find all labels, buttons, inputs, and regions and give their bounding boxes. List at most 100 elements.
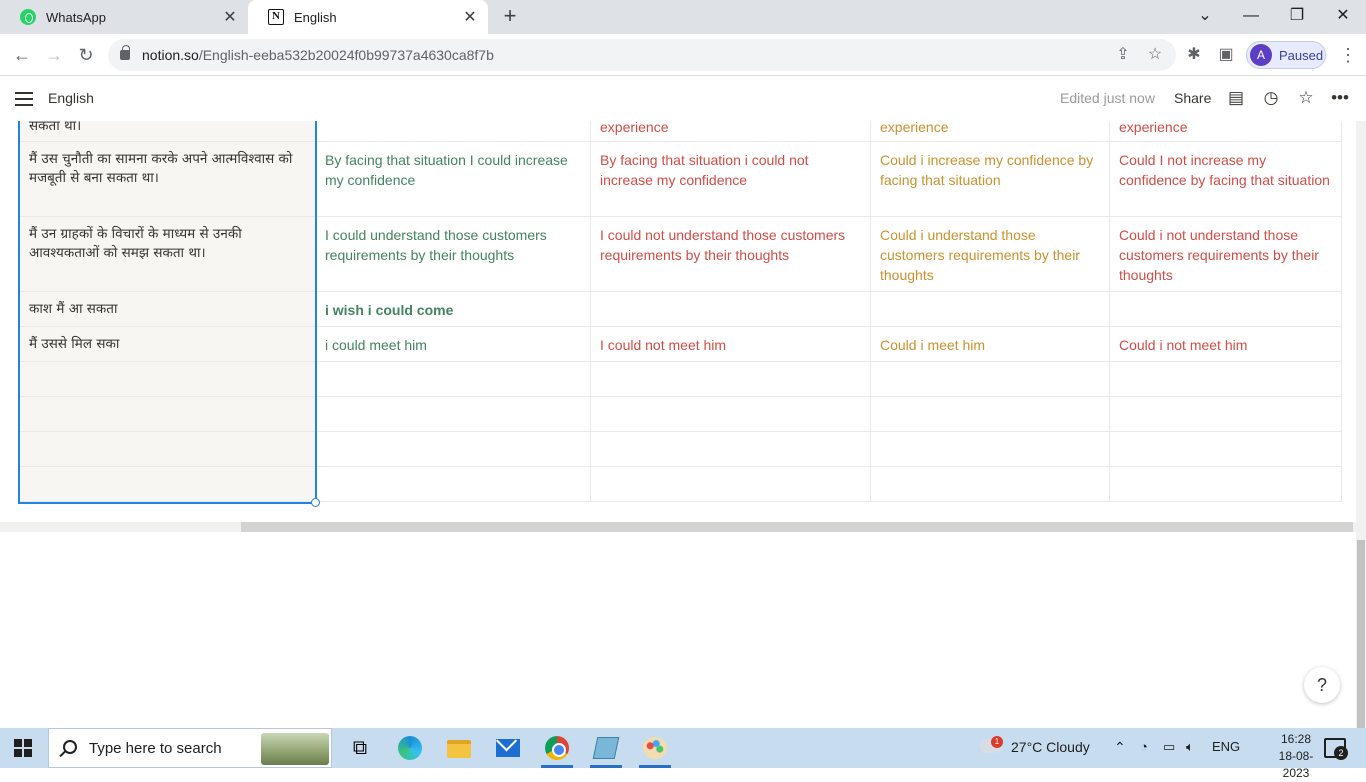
table-row [20,467,1342,502]
table-row: मैं उन ग्राहकों के विचारों के माध्यम से … [20,217,1342,292]
tab-english[interactable]: N English ✕ [248,0,488,34]
file-explorer-icon[interactable] [439,732,479,764]
question-cell[interactable] [871,362,1110,396]
battery-icon[interactable]: ▭ [1163,739,1175,755]
question-cell[interactable] [871,397,1110,431]
hindi-cell[interactable]: मैं उन ग्राहकों के विचारों के माध्यम से … [20,217,316,291]
hindi-cell[interactable] [20,467,316,501]
reload-icon[interactable]: ↻ [74,43,98,67]
forward-arrow-icon[interactable]: → [42,43,66,67]
question-cell[interactable]: Could i understand those customers requi… [871,217,1110,291]
minimize-button[interactable]: — [1228,0,1274,34]
bookmark-star-icon[interactable]: ☆ [1146,46,1164,64]
comments-icon[interactable]: ▤ [1226,88,1246,108]
share-page-icon[interactable]: ⇪ [1114,46,1132,64]
address-bar[interactable]: notion.so/English-eeba532b20024f0b99737a… [108,39,1176,71]
history-clock-icon[interactable]: ◷ [1261,88,1281,108]
affirmative-cell[interactable]: i could meet him [316,327,591,361]
tab-whatsapp[interactable]: WhatsApp ✕ [0,0,248,34]
negative-question-cell[interactable]: Could i not meet him [1110,327,1342,361]
more-options-icon[interactable]: ••• [1330,88,1350,108]
affirmative-cell[interactable] [316,432,591,466]
browser-menu-icon[interactable]: ⋮ [1338,44,1358,66]
chevron-up-icon[interactable]: ⌃ [1114,739,1126,756]
windows-start-icon[interactable] [14,739,32,757]
share-button[interactable]: Share [1174,90,1211,106]
negative-cell[interactable]: I could not understand those customers r… [591,217,871,291]
horizontal-scroll-thumb[interactable] [241,522,1353,532]
affirmative-cell[interactable] [316,397,591,431]
negative-question-cell[interactable] [1110,397,1342,431]
wifi-icon[interactable]: ◔ [1140,739,1148,754]
affirmative-cell[interactable]: i wish i could come [316,292,591,326]
table-row [20,432,1342,467]
negative-question-cell[interactable]: experience [1110,121,1342,141]
language-indicator[interactable]: ENG [1212,739,1240,754]
affirmative-cell[interactable] [316,121,591,141]
close-tab-icon[interactable]: ✕ [222,7,238,27]
clock[interactable]: 16:28 18-08-2023 [1268,731,1324,782]
hindi-cell[interactable] [20,362,316,396]
negative-question-cell[interactable]: Could I not increase my confidence by fa… [1110,142,1342,216]
negative-cell[interactable]: By facing that situation i could not inc… [591,142,871,216]
negative-cell[interactable]: I could not meet him [591,327,871,361]
selection-resize-handle[interactable] [311,498,320,507]
back-arrow-icon[interactable]: ← [10,43,34,67]
hindi-cell[interactable]: काश मैं आ सकता [20,292,316,326]
hindi-cell[interactable] [20,432,316,466]
question-cell[interactable] [871,467,1110,501]
task-view-icon[interactable]: ⧉ [340,732,380,764]
negative-question-cell[interactable] [1110,467,1342,501]
negative-cell[interactable] [591,292,871,326]
question-cell[interactable]: Could i increase my confidence by facing… [871,142,1110,216]
notepad-icon[interactable] [586,732,626,768]
mail-icon[interactable] [488,732,528,764]
volume-icon[interactable]: 🔈︎ [1186,739,1194,755]
question-cell[interactable]: experience [871,121,1110,141]
hindi-cell[interactable] [20,397,316,431]
weather-alert-badge: 1 [991,736,1003,748]
extensions-puzzle-icon[interactable]: ✱ [1184,45,1204,65]
help-button[interactable]: ? [1304,667,1340,703]
close-window-button[interactable]: ✕ [1320,0,1366,34]
close-tab-icon[interactable]: ✕ [462,7,478,27]
table-row [20,397,1342,432]
negative-cell[interactable] [591,432,871,466]
new-tab-button[interactable]: + [498,5,522,29]
question-cell[interactable]: Could i meet him [871,327,1110,361]
hindi-cell[interactable]: सकता था। [20,121,316,141]
weather-text[interactable]: 27°C Cloudy [1011,739,1090,755]
vertical-scroll-thumb[interactable] [1357,540,1365,728]
paint-icon[interactable] [635,732,675,768]
negative-question-cell[interactable]: Could i not understand those customers r… [1110,217,1342,291]
affirmative-cell[interactable] [316,467,591,501]
sidebar-menu-icon[interactable] [15,92,33,106]
hindi-cell[interactable]: मैं उस चुनौती का सामना करके अपने आत्मविश… [20,142,316,216]
search-placeholder: Type here to search [89,740,222,757]
affirmative-cell[interactable]: I could understand those customers requi… [316,217,591,291]
tab-search-chevron-icon[interactable]: ⌄ [1182,0,1228,34]
question-cell[interactable] [871,432,1110,466]
hindi-cell[interactable]: मैं उससे मिल सका [20,327,316,361]
restore-button[interactable]: ❐ [1274,0,1320,34]
negative-cell[interactable] [591,397,871,431]
side-panel-icon[interactable]: ▣ [1216,45,1236,65]
negative-cell[interactable] [591,362,871,396]
affirmative-cell[interactable] [316,362,591,396]
favorite-star-icon[interactable]: ☆ [1296,88,1316,108]
chrome-icon[interactable] [537,732,577,768]
tab-label: WhatsApp [46,9,106,25]
negative-cell[interactable] [591,467,871,501]
negative-question-cell[interactable] [1110,362,1342,396]
question-cell[interactable] [871,292,1110,326]
avatar: A [1250,44,1272,66]
taskbar-search-input[interactable]: Type here to search [48,728,332,768]
profile-button[interactable]: A Paused [1246,41,1326,69]
negative-question-cell[interactable] [1110,432,1342,466]
page-title[interactable]: English [48,90,94,106]
url-text[interactable]: notion.so/English-eeba532b20024f0b99737a… [142,47,494,63]
edge-browser-icon[interactable] [390,732,430,764]
negative-question-cell[interactable] [1110,292,1342,326]
affirmative-cell[interactable]: By facing that situation I could increas… [316,142,591,216]
negative-cell[interactable]: experience [591,121,871,141]
